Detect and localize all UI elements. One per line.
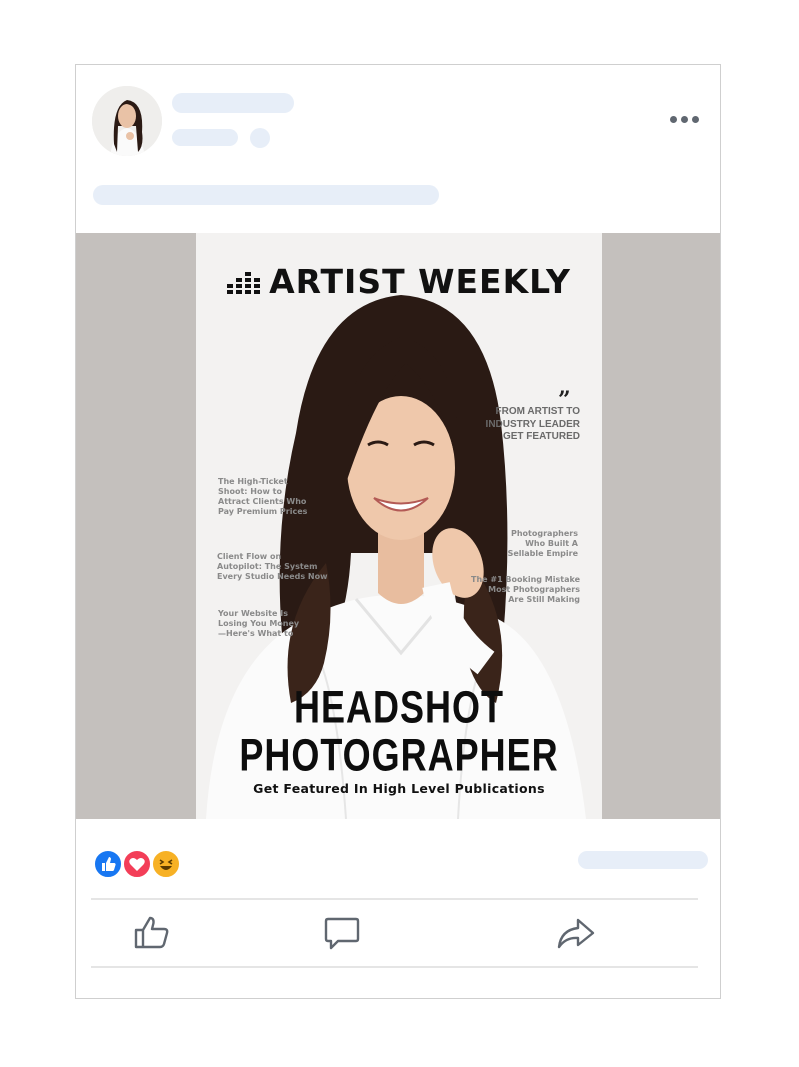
cover-teaser: Client Flow on Autopilot: The System Eve… [217,552,328,581]
magazine-masthead: ARTIST WEEKLY [196,260,602,301]
cover-teaser: Your Website Is Losing You Money —Here's… [218,609,300,638]
timestamp-placeholder [172,129,238,146]
divider [91,898,698,900]
feature-teaser: FROM ARTIST TO INDUSTRY LEADER GET FEATU… [485,406,580,442]
haha-reaction-icon [151,849,181,879]
comment-button[interactable] [322,913,362,953]
avatar-photo [92,86,162,156]
divider [91,966,698,968]
like-reaction-icon [93,849,123,879]
cover-headline-2: PHOTOGRAPHER [239,729,559,781]
post-image[interactable]: ARTIST WEEKLY ” FROM ARTIST TO INDUSTRY … [76,233,720,819]
avatar[interactable] [92,86,162,156]
author-name-placeholder [172,93,294,113]
cover-teaser: The #1 Booking Mistake Most Photographer… [471,575,580,604]
cover-teaser: The High-Ticket Shoot: How to Attract Cl… [218,477,308,516]
magazine-cover: ARTIST WEEKLY ” FROM ARTIST TO INDUSTRY … [196,233,602,819]
share-button[interactable] [556,913,596,953]
masthead-title: ARTIST WEEKLY [269,262,571,301]
caption-placeholder [93,185,439,205]
cover-subheadline: Get Featured In High Level Publications [253,781,545,796]
love-reaction-icon [122,849,152,879]
privacy-placeholder [250,128,270,148]
comments-count-placeholder[interactable] [578,851,708,869]
cover-headline-1: HEADSHOT [293,681,504,733]
more-horizontal-icon[interactable] [670,113,702,125]
like-icon [134,916,169,949]
share-icon [557,918,595,949]
equalizer-logo-icon [227,271,261,294]
like-button[interactable] [132,913,172,953]
cover-teaser: Photographers Who Built A Sellable Empir… [507,529,578,558]
social-post-card: ARTIST WEEKLY ” FROM ARTIST TO INDUSTRY … [75,64,721,999]
comment-icon [324,917,360,950]
